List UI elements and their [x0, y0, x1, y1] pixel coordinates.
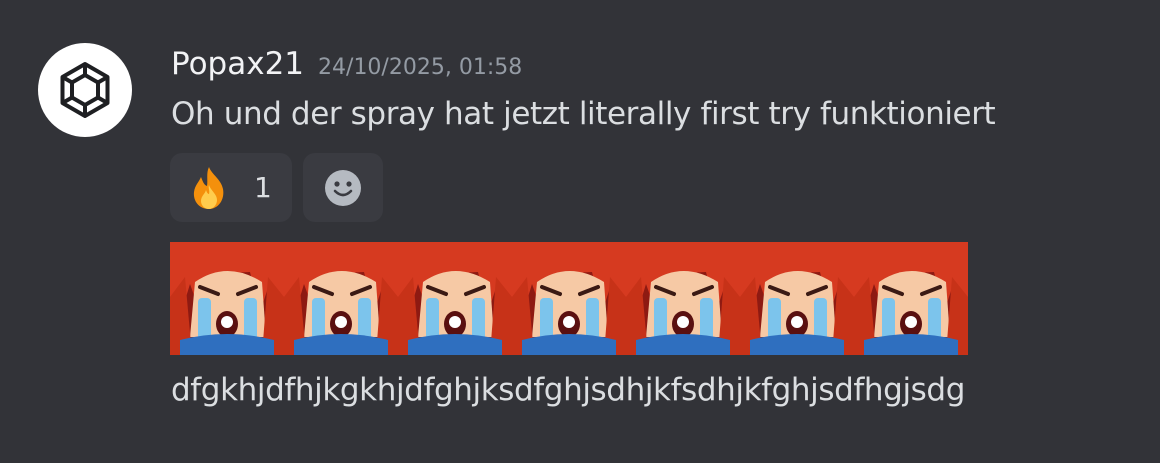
- fire-emoji-icon: [193, 166, 224, 209]
- reactions-bar: 1: [170, 153, 383, 222]
- hexagon-gem-icon: [60, 62, 110, 118]
- crying-anime-girl-emote-icon[interactable]: [170, 242, 284, 355]
- emote-row: [170, 242, 968, 355]
- crying-anime-girl-emote-icon[interactable]: [626, 242, 740, 355]
- reaction-fire-button[interactable]: 1: [170, 153, 292, 222]
- crying-anime-girl-emote-icon[interactable]: [740, 242, 854, 355]
- add-reaction-button[interactable]: [303, 153, 383, 222]
- user-avatar[interactable]: [38, 43, 132, 137]
- message-text: Oh und der spray hat jetzt literally fir…: [171, 96, 996, 132]
- message-header: Popax21 24/10/2025, 01:58: [171, 46, 522, 90]
- username[interactable]: Popax21: [171, 46, 304, 82]
- add-reaction-smiley-icon: [325, 169, 361, 206]
- message-trailing-text: dfgkhjdfhjkgkhjdfghjksdfghjsdhjkfsdhjkfg…: [171, 372, 965, 408]
- timestamp: 24/10/2025, 01:58: [318, 55, 523, 80]
- crying-anime-girl-emote-icon[interactable]: [284, 242, 398, 355]
- reaction-count: 1: [254, 171, 272, 204]
- crying-anime-girl-emote-icon[interactable]: [854, 242, 968, 355]
- crying-anime-girl-emote-icon[interactable]: [398, 242, 512, 355]
- crying-anime-girl-emote-icon[interactable]: [512, 242, 626, 355]
